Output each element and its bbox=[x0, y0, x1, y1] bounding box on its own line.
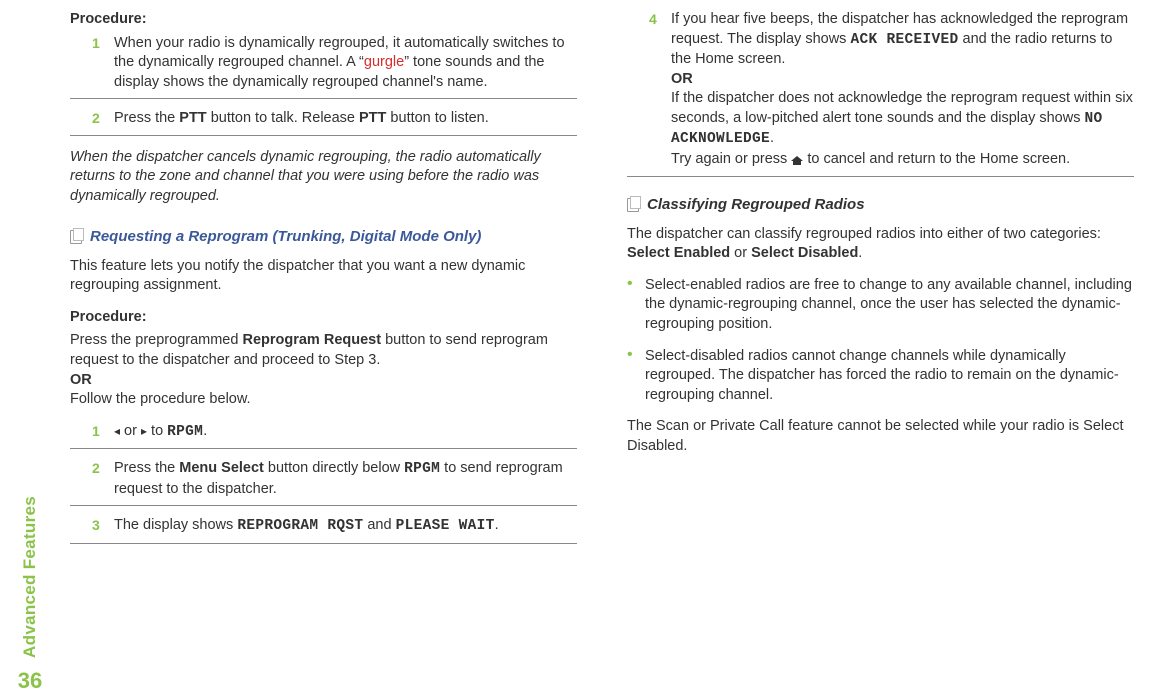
bullet-text: Select-enabled radios are free to change… bbox=[645, 276, 1134, 335]
section-title: Classifying Regrouped Radios bbox=[647, 195, 865, 215]
bullet-icon: • bbox=[627, 276, 645, 335]
content-area: Procedure: 1 When your radio is dynamica… bbox=[60, 0, 1164, 699]
procedure-label: Procedure: bbox=[70, 10, 577, 30]
or-label: OR bbox=[671, 71, 693, 87]
bullet-text: Select-disabled radios cannot change cha… bbox=[645, 347, 1134, 406]
right-column: 4 If you hear five beeps, the dispatcher… bbox=[627, 10, 1134, 689]
step-number: 3 bbox=[92, 516, 114, 543]
step-number: 1 bbox=[92, 34, 114, 99]
bullet-item: • Select-enabled radios are free to chan… bbox=[627, 276, 1134, 335]
page-number: 36 bbox=[18, 668, 42, 694]
step-r4: 4 If you hear five beeps, the dispatcher… bbox=[627, 10, 1134, 177]
section-title: Requesting a Reprogram (Trunking, Digita… bbox=[90, 227, 481, 247]
scan-note: The Scan or Private Call feature cannot … bbox=[627, 417, 1134, 456]
step-r1: 1 ◂ or ▸ to RPGM. bbox=[70, 422, 577, 450]
document-icon bbox=[70, 230, 82, 244]
step-2: 2 Press the PTT button to talk. Release … bbox=[70, 109, 577, 136]
home-icon bbox=[791, 153, 803, 165]
cancel-note: When the dispatcher cancels dynamic regr… bbox=[70, 148, 577, 207]
document-icon bbox=[627, 198, 639, 212]
step-r3: 3 The display shows REPROGRAM RQST and P… bbox=[70, 516, 577, 544]
step-text: Press the PTT button to talk. Release PT… bbox=[114, 109, 577, 135]
section-heading-classify: Classifying Regrouped Radios bbox=[627, 195, 1134, 215]
step-text: The display shows REPROGRAM RQST and PLE… bbox=[114, 516, 577, 543]
step-text: If you hear five beeps, the dispatcher h… bbox=[671, 10, 1134, 176]
procedure-label: Procedure: bbox=[70, 308, 577, 328]
bullet-icon: • bbox=[627, 347, 645, 406]
section-name: Advanced Features bbox=[20, 496, 40, 658]
step-number: 2 bbox=[92, 459, 114, 505]
step-number: 4 bbox=[649, 10, 671, 176]
or-label: OR bbox=[70, 371, 577, 391]
step-number: 2 bbox=[92, 109, 114, 135]
step-1: 1 When your radio is dynamically regroup… bbox=[70, 34, 577, 100]
left-column: Procedure: 1 When your radio is dynamica… bbox=[70, 10, 577, 689]
sidebar: Advanced Features 36 bbox=[0, 0, 60, 699]
step-r2: 2 Press the Menu Select button directly … bbox=[70, 459, 577, 506]
step-text: When your radio is dynamically regrouped… bbox=[114, 34, 577, 99]
feature-description: This feature lets you notify the dispatc… bbox=[70, 257, 577, 296]
step-text: Press the Menu Select button directly be… bbox=[114, 459, 577, 505]
gurgle-text: gurgle bbox=[364, 54, 404, 70]
classify-description: The dispatcher can classify regrouped ra… bbox=[627, 225, 1134, 264]
follow-text: Follow the procedure below. bbox=[70, 390, 577, 410]
bullet-item: • Select-disabled radios cannot change c… bbox=[627, 347, 1134, 406]
step-text: ◂ or ▸ to RPGM. bbox=[114, 422, 577, 449]
step-number: 1 bbox=[92, 422, 114, 449]
procedure-alt-intro: Press the preprogrammed Reprogram Reques… bbox=[70, 331, 577, 370]
section-heading-reprogram: Requesting a Reprogram (Trunking, Digita… bbox=[70, 227, 577, 247]
